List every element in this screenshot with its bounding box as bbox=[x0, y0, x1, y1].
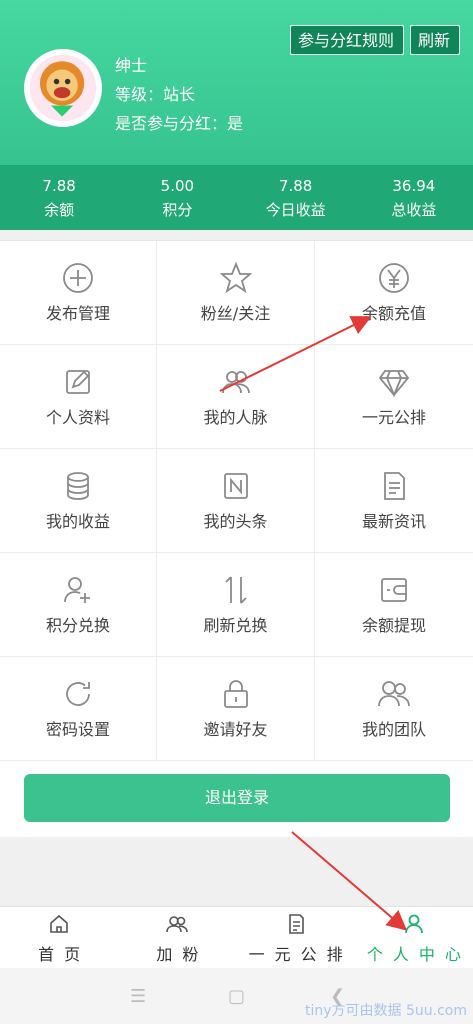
menu-label: 刷新兑换 bbox=[203, 616, 268, 635]
stat-value: 7.88 bbox=[278, 177, 313, 195]
coins-icon bbox=[67, 472, 89, 500]
dividend-rules-button[interactable]: 参与分红规则 bbox=[290, 25, 404, 55]
user-name: 绅士 bbox=[115, 56, 148, 75]
menu-balance-withdraw[interactable]: 余额提现 bbox=[315, 553, 473, 657]
stat-label: 总收益 bbox=[391, 201, 437, 219]
menu-card: 发布管理 粉丝/关注 余额充值 个人资料 我的人脉 一元公排 我的收益 我的头条… bbox=[0, 240, 473, 837]
stat-value: 36.94 bbox=[392, 177, 436, 195]
menu-profile[interactable]: 个人资料 bbox=[0, 345, 157, 449]
menu-my-headlines[interactable]: 我的头条 bbox=[157, 449, 315, 553]
tab-personal-center[interactable]: 个人中心 bbox=[355, 907, 473, 968]
menu-label: 我的团队 bbox=[361, 720, 426, 739]
people-icon bbox=[221, 371, 250, 394]
home-nav-icon[interactable]: ▢ bbox=[228, 986, 245, 1007]
lock-icon bbox=[223, 680, 248, 708]
menu-fans-follow[interactable]: 粉丝/关注 bbox=[157, 241, 315, 345]
refresh-icon bbox=[66, 682, 90, 706]
refresh-button[interactable]: 刷新 bbox=[410, 25, 460, 55]
avatar[interactable] bbox=[24, 49, 102, 127]
stat-label: 积分 bbox=[162, 201, 193, 219]
menu-label: 我的人脉 bbox=[203, 408, 268, 427]
home-icon bbox=[50, 914, 68, 933]
diamond-icon bbox=[378, 370, 410, 398]
menu-label: 我的收益 bbox=[45, 512, 110, 531]
tab-one-yuan-queue[interactable]: 一元公排 bbox=[237, 907, 355, 968]
news-icon bbox=[223, 473, 248, 499]
star-icon bbox=[219, 261, 252, 294]
menu-label: 余额提现 bbox=[361, 616, 426, 635]
edit-icon bbox=[66, 370, 90, 394]
menu-label: 发布管理 bbox=[45, 304, 110, 323]
dividend-status: 是否参与分红：是 bbox=[115, 114, 244, 133]
menu-publish-manage[interactable]: 发布管理 bbox=[0, 241, 157, 345]
plus-circle-icon bbox=[63, 263, 93, 293]
user-level: 等级：站长 bbox=[115, 85, 196, 104]
profile-header: 参与分红规则 刷新 绅士 等级：站长 是否参与分红：是 bbox=[0, 0, 473, 165]
document-icon bbox=[384, 472, 405, 500]
menu-label: 粉丝/关注 bbox=[200, 304, 271, 323]
stat-total-income[interactable]: 36.94 总收益 bbox=[355, 165, 473, 230]
swap-icon bbox=[224, 576, 247, 604]
logout-button[interactable]: 退出登录 bbox=[24, 774, 450, 822]
menu-grid: 发布管理 粉丝/关注 余额充值 个人资料 我的人脉 一元公排 我的收益 我的头条… bbox=[0, 241, 473, 761]
user-plus-icon bbox=[64, 577, 90, 603]
fans-icon bbox=[166, 916, 189, 933]
stat-label: 今日收益 bbox=[265, 201, 326, 219]
menu-refresh-exchange[interactable]: 刷新兑换 bbox=[157, 553, 315, 657]
menu-label: 邀请好友 bbox=[203, 720, 268, 739]
menu-label: 密码设置 bbox=[45, 720, 110, 739]
tab-label: 一元公排 bbox=[248, 945, 353, 964]
stat-points[interactable]: 5.00 积分 bbox=[118, 165, 236, 230]
tab-label: 个人中心 bbox=[366, 945, 471, 964]
menu-one-yuan-queue[interactable]: 一元公排 bbox=[315, 345, 473, 449]
team-icon bbox=[378, 681, 410, 707]
tab-add-fans[interactable]: 加粉 bbox=[118, 907, 236, 968]
menu-label: 积分兑换 bbox=[45, 616, 110, 635]
menu-my-income[interactable]: 我的收益 bbox=[0, 449, 157, 553]
menu-nav-icon[interactable]: ☰ bbox=[130, 986, 146, 1007]
stat-value: 7.88 bbox=[42, 177, 76, 195]
stat-label: 余额 bbox=[44, 201, 75, 219]
tab-label: 加粉 bbox=[156, 945, 209, 964]
menu-label: 个人资料 bbox=[45, 408, 110, 427]
yen-icon bbox=[379, 263, 409, 293]
menu-latest-news[interactable]: 最新资讯 bbox=[315, 449, 473, 553]
menu-balance-recharge[interactable]: 余额充值 bbox=[315, 241, 473, 345]
wallet-icon bbox=[381, 578, 407, 602]
menu-password-settings[interactable]: 密码设置 bbox=[0, 657, 157, 761]
menu-my-network[interactable]: 我的人脉 bbox=[157, 345, 315, 449]
menu-label: 最新资讯 bbox=[361, 512, 426, 531]
menu-my-team[interactable]: 我的团队 bbox=[315, 657, 473, 761]
menu-points-exchange[interactable]: 积分兑换 bbox=[0, 553, 157, 657]
menu-label: 余额充值 bbox=[361, 304, 426, 323]
stat-today-income[interactable]: 7.88 今日收益 bbox=[237, 165, 355, 230]
menu-label: 一元公排 bbox=[361, 408, 426, 427]
tab-label: 首页 bbox=[38, 945, 91, 964]
stat-balance[interactable]: 7.88 余额 bbox=[0, 165, 118, 230]
list-icon bbox=[288, 914, 304, 934]
menu-label: 我的头条 bbox=[203, 512, 268, 531]
watermark: tiny方可由数据 5uu.com bbox=[305, 1003, 467, 1019]
stat-value: 5.00 bbox=[160, 177, 195, 195]
tab-home[interactable]: 首页 bbox=[0, 907, 118, 968]
user-icon bbox=[404, 914, 423, 934]
stats-bar: 7.88 余额 5.00 积分 7.88 今日收益 36.94 总收益 bbox=[0, 165, 473, 230]
bottom-tab-bar: 首页 加粉 一元公排 个人中心 bbox=[0, 906, 473, 968]
menu-invite-friends[interactable]: 邀请好友 bbox=[157, 657, 315, 761]
